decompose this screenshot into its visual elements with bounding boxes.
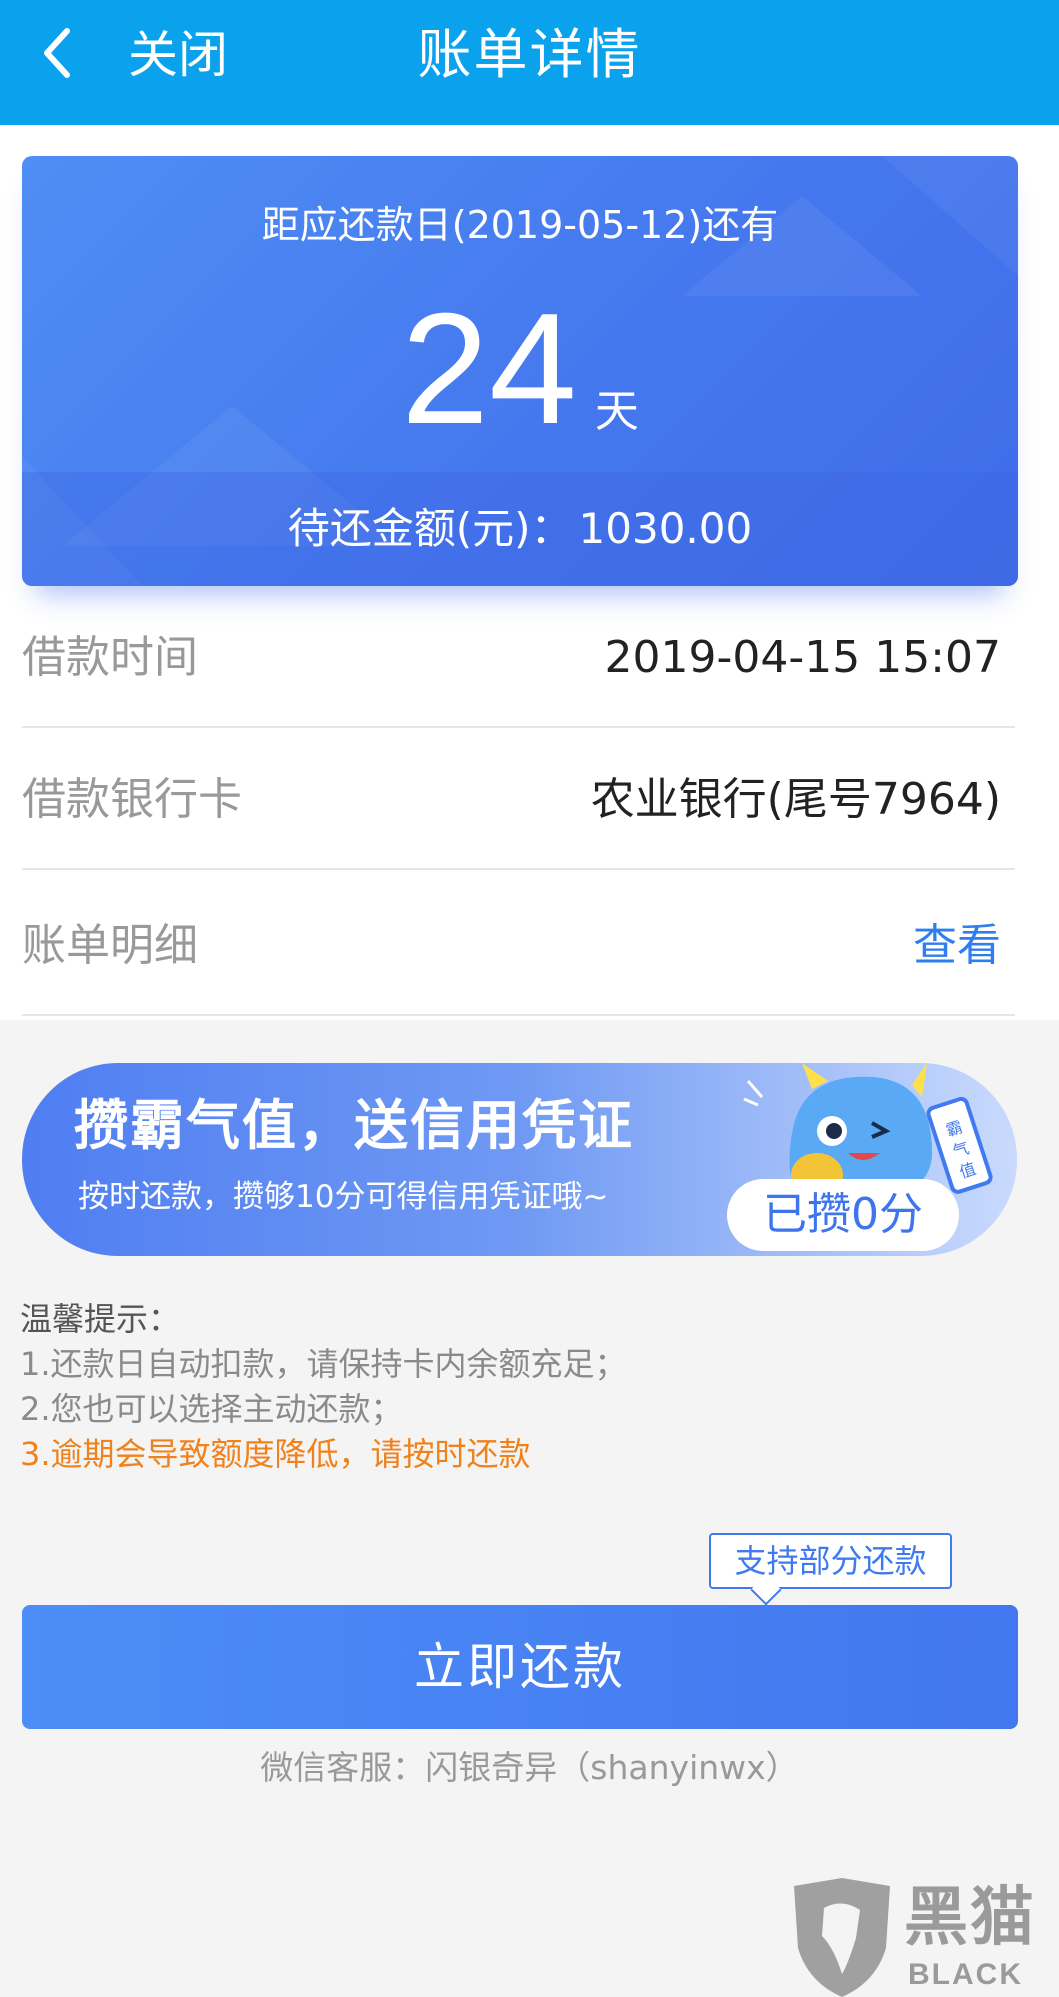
info-row-bill-detail[interactable]: 账单明细 查看 (22, 876, 1015, 1016)
due-date-label: 距应还款日(2019-05-12)还有 (261, 203, 779, 247)
loan-time-label: 借款时间 (22, 632, 198, 683)
app-header: 关闭 账单详情 (0, 0, 1059, 125)
mascot-sparkle-icon (743, 1080, 764, 1107)
watermark-text: 黑猫 (904, 1881, 1036, 1955)
tooltip-text: 支持部分还款 (734, 1542, 927, 1580)
tips-section: 温馨提示： 1.还款日自动扣款，请保持卡内余额充足； 2.您也可以选择主动还款；… (20, 1297, 627, 1477)
bank-card-value: 农业银行(尾号7964) (590, 774, 1001, 825)
tip-item-warning: 3.逾期会导致额度降低，请按时还款 (20, 1435, 531, 1473)
amount-value: 1030.00 (578, 504, 753, 553)
blackcat-shield-logo (794, 1878, 890, 1997)
info-row-bank-card: 借款银行卡 农业银行(尾号7964) (22, 730, 1015, 870)
tip-item: 1.还款日自动扣款，请保持卡内余额充足； (20, 1345, 627, 1383)
page-title: 账单详情 (417, 23, 642, 86)
tip-item: 2.您也可以选择主动还款； (20, 1390, 403, 1428)
days-count: 24 (401, 281, 577, 457)
repay-now-button[interactable]: 立即还款 (22, 1605, 1018, 1729)
bill-detail-label: 账单明细 (22, 920, 198, 971)
days-remaining: 24 天 (22, 284, 1018, 454)
customer-service-text: 微信客服：闪银奇异（shanyinwx） (260, 1748, 799, 1787)
info-row-loan-time: 借款时间 2019-04-15 15:07 (22, 588, 1015, 728)
promo-banner[interactable]: 攒霸气值，送信用凭证 按时还款，攒够10分可得信用凭证哦~ 霸 气 值 已攒0分 (22, 1063, 1017, 1256)
phone-icon: 霸 气 值 (926, 1096, 993, 1194)
partial-repay-tooltip: 支持部分还款 (709, 1533, 952, 1606)
loan-time-value: 2019-04-15 15:07 (604, 632, 1002, 683)
score-badge: 已攒0分 (727, 1179, 959, 1251)
banner-title: 攒霸气值，送信用凭证 (74, 1094, 634, 1157)
watermark-subtext: BLACK CAT (908, 1958, 1023, 1997)
amount-due-bar: 待还金额(元)： 1030.00 (22, 472, 1018, 586)
blackcat-watermark: 黑猫 BLACK CAT (786, 1878, 1059, 1997)
days-unit: 天 (594, 386, 639, 437)
banner-subtitle: 按时还款，攒够10分可得信用凭证哦~ (78, 1179, 609, 1215)
due-summary-card: 距应还款日(2019-05-12)还有 24 天 待还金额(元)： 1030.00 (22, 156, 1018, 586)
view-bill-detail-link[interactable]: 查看 (913, 876, 1001, 1016)
tips-title: 温馨提示： (20, 1300, 181, 1338)
amount-label: 待还金额(元)： (287, 504, 573, 553)
bank-card-label: 借款银行卡 (22, 774, 242, 825)
